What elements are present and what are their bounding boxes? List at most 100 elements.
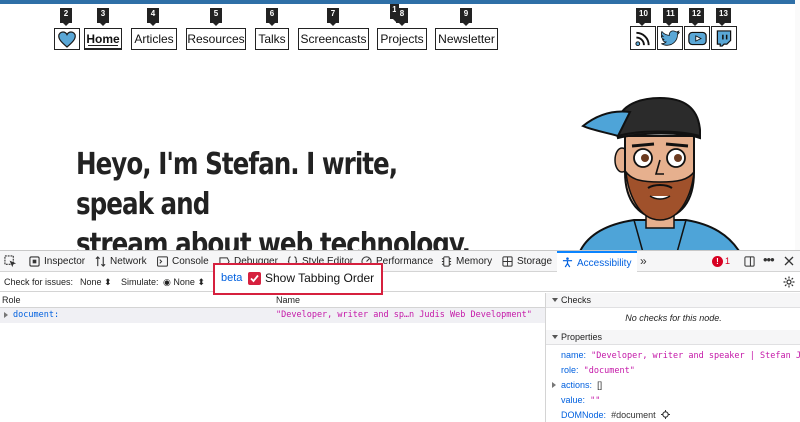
nav-resources-link[interactable]: Resources — [186, 28, 246, 50]
check-issues-select[interactable]: None ⬍ — [80, 272, 112, 292]
tab-order-badge: 4 — [147, 8, 159, 26]
collapse-arrow-icon — [552, 335, 558, 339]
property-key: actions: — [561, 380, 593, 390]
simulate-value: None — [173, 277, 195, 287]
column-header-role: Role — [2, 295, 21, 305]
tab-label: Memory — [456, 256, 493, 267]
hero-heading: Heyo, I'm Stefan. I write, speak and str… — [76, 145, 478, 250]
show-tabbing-order-control: beta Show Tabbing Order — [213, 263, 383, 295]
select-arrow-icon: ⬍ — [104, 277, 112, 287]
beta-label: beta — [221, 272, 243, 284]
tab-inspector[interactable]: Inspector — [29, 251, 89, 272]
property-value: #document — [611, 410, 656, 420]
accessibility-tree: Role Name document: "Developer, writer a… — [0, 293, 545, 422]
simulate-select[interactable]: ◉ None ⬍ — [163, 272, 205, 292]
tab-console[interactable]: Console — [157, 251, 213, 272]
close-icon[interactable] — [784, 256, 794, 266]
tab-order-badge: 5 — [210, 8, 222, 26]
accessibility-sidebar: Checks No checks for this node. Properti… — [545, 293, 800, 422]
devtools-tab-bar: Inspector Network Console Debugger Style… — [0, 251, 800, 272]
tab-label: Storage — [517, 256, 553, 267]
eye-icon: ◉ — [163, 277, 171, 287]
property-role: role: "document" — [561, 363, 635, 378]
collapse-arrow-icon — [552, 298, 558, 302]
property-value: [] — [597, 380, 603, 390]
tree-row-name: "Developer, writer and sp…n Judis Web De… — [276, 310, 532, 320]
nav-articles-link[interactable]: Articles — [131, 28, 177, 50]
checks-title: Checks — [561, 295, 592, 305]
column-header-name: Name — [276, 295, 301, 305]
nav-home-link[interactable]: Home — [84, 28, 122, 50]
checks-section-header[interactable]: Checks — [546, 293, 800, 308]
tab-order-badge: 12 — [689, 8, 704, 26]
tree-header: Role Name — [0, 293, 545, 308]
target-node-icon[interactable] — [660, 410, 670, 419]
avatar — [579, 96, 740, 250]
tree-row-role: document: — [13, 310, 60, 320]
memory-icon — [441, 256, 452, 267]
nav-talks-link[interactable]: Talks — [255, 28, 289, 50]
select-arrow-icon: ⬍ — [197, 277, 205, 287]
twitch-link[interactable] — [711, 26, 737, 50]
show-tabbing-order-label[interactable]: Show Tabbing Order — [265, 271, 374, 285]
heart-icon — [58, 31, 76, 48]
property-domnode: DOMNode: #document — [561, 408, 670, 422]
tree-row[interactable]: document: "Developer, writer and sp…n Ju… — [0, 308, 545, 323]
tab-order-badge: 9 — [460, 8, 472, 26]
tab-order-badge: 2 — [60, 8, 72, 26]
error-count-badge[interactable]: ! 1 — [712, 255, 730, 268]
properties-title: Properties — [561, 332, 603, 342]
property-key: role: — [561, 365, 579, 375]
property-key: name: — [561, 350, 587, 360]
property-actions: actions: [] — [561, 378, 602, 393]
tab-network[interactable]: Network — [95, 251, 153, 272]
property-value: "" — [590, 396, 601, 406]
tab-order-badge: 11 — [663, 8, 678, 26]
twitch-icon — [716, 30, 732, 47]
more-options-icon[interactable]: ••• — [763, 251, 775, 269]
checks-message: No checks for this node. — [625, 313, 722, 323]
twitter-icon — [661, 30, 680, 46]
tab-order-badge: 7 — [327, 8, 339, 26]
property-value: "document" — [583, 366, 635, 376]
dock-toggle-icon[interactable] — [744, 256, 755, 267]
error-icon: ! — [712, 256, 723, 267]
element-picker-icon[interactable] — [4, 255, 17, 268]
tab-order-badge: 13 — [716, 8, 731, 26]
tab-memory[interactable]: Memory — [441, 251, 496, 272]
tab-label: Performance — [376, 256, 434, 267]
network-icon — [95, 256, 106, 267]
tab-label: Inspector — [44, 256, 86, 267]
tab-order-badge: 8 — [396, 8, 408, 26]
nav-screencasts-link[interactable]: Screencasts — [298, 28, 369, 50]
tab-storage[interactable]: Storage — [502, 251, 554, 272]
youtube-link[interactable] — [684, 26, 710, 50]
nav-projects-link[interactable]: Projects — [377, 28, 427, 50]
check-issues-label: Check for issues: — [4, 277, 74, 287]
accessibility-icon — [562, 257, 573, 268]
nav-heart-link[interactable] — [54, 28, 80, 50]
expand-twisty-icon[interactable] — [4, 312, 8, 318]
nav-newsletter-link[interactable]: Newsletter — [435, 28, 498, 50]
hero-line-2: stream about web technology. — [76, 227, 471, 250]
website-viewport: 2 3 4 5 6 7 1 8 9 10 11 12 13 Home Artic… — [0, 0, 800, 250]
expand-twisty-icon[interactable] — [552, 382, 556, 388]
show-tabbing-order-checkbox[interactable] — [248, 272, 261, 285]
twitter-link[interactable] — [657, 26, 683, 50]
property-name: name: "Developer, writer and speaker | S… — [561, 348, 800, 363]
properties-section-header[interactable]: Properties — [546, 330, 800, 345]
error-count: 1 — [725, 256, 731, 266]
rss-icon — [635, 31, 650, 47]
site-top-bar — [0, 0, 800, 4]
more-tabs-icon[interactable]: » — [640, 253, 647, 269]
rss-link[interactable] — [630, 26, 656, 50]
tab-accessibility[interactable]: Accessibility — [557, 251, 637, 272]
tab-order-badge: 6 — [266, 8, 278, 26]
property-key: value: — [561, 395, 586, 405]
inspector-icon — [29, 256, 40, 267]
settings-gear-icon[interactable] — [783, 276, 795, 288]
storage-icon — [502, 256, 513, 267]
console-icon — [157, 256, 168, 267]
accessibility-toolbar: Check for issues: None ⬍ Simulate: ◉ Non… — [0, 272, 800, 292]
page-scrollbar[interactable] — [795, 0, 800, 250]
